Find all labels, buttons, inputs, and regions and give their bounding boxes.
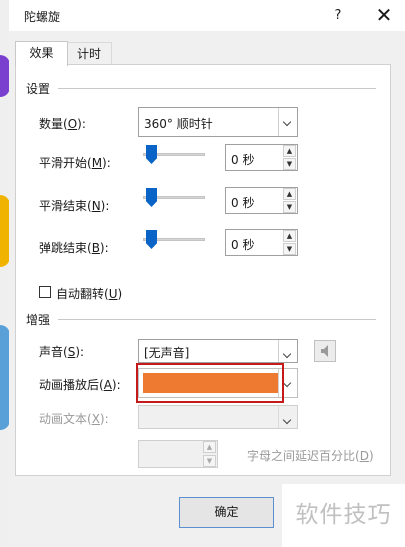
amount-dropdown[interactable]: 360° 顺时针 [138,107,298,137]
tab-effect[interactable]: 效果 [15,41,68,66]
chevron-down-icon[interactable] [278,108,297,136]
animate-text-dropdown[interactable] [138,405,298,429]
highlight-box [136,363,284,403]
window-title: 陀螺旋 [24,10,61,24]
title-bar: 陀螺旋 ? ✕ [9,0,405,31]
settings-divider [58,88,376,89]
after-animation-label: 动画播放后(A): [39,378,121,392]
letter-delay-spinner[interactable]: ▲ ▼ [138,440,218,468]
bounce-end-value: 0 秒 [231,238,255,252]
speaker-icon [321,345,328,357]
amount-label: 数量(O): [39,117,86,131]
spin-up-icon[interactable]: ▲ [283,230,296,242]
spin-down-icon[interactable]: ▼ [283,158,296,170]
spin-up-icon[interactable]: ▲ [283,145,296,157]
spin-up-icon[interactable]: ▲ [203,441,216,453]
watermark-text: 软件技巧 [282,484,405,547]
close-button[interactable]: ✕ [371,3,397,29]
bounce-end-label: 弹跳结束(B): [39,241,109,255]
help-button[interactable]: ? [327,5,349,27]
auto-reverse-checkbox[interactable] [39,286,51,298]
smooth-end-value: 0 秒 [231,196,255,210]
chevron-down-icon[interactable] [278,340,297,362]
smooth-end-label: 平滑结束(N): [39,199,110,213]
smooth-start-label: 平滑开始(M): [39,156,111,170]
spin-down-icon[interactable]: ▼ [203,455,216,467]
chevron-down-icon[interactable] [278,406,297,428]
animate-text-label: 动画文本(X): [39,412,109,426]
speaker-button[interactable] [314,340,336,362]
spin-up-icon[interactable]: ▲ [283,188,296,200]
sound-label: 声音(S): [39,345,85,359]
smooth-start-spinner[interactable]: 0 秒 ▲ ▼ [225,144,298,171]
amount-value: 360° 顺时针 [144,117,213,131]
smooth-end-spinner[interactable]: 0 秒 ▲ ▼ [225,187,298,214]
letter-delay-label: 字母之间延迟百分比(D) [247,449,374,463]
spin-down-icon[interactable]: ▼ [283,201,296,213]
bounce-end-spinner[interactable]: 0 秒 ▲ ▼ [225,229,298,256]
ok-button[interactable]: 确定 [179,497,274,528]
tab-timing[interactable]: 计时 [66,42,112,65]
sound-value: [无声音] [144,346,190,360]
settings-group-label: 设置 [26,82,51,96]
sound-dropdown[interactable]: [无声音] [138,339,298,363]
smooth-start-value: 0 秒 [231,153,255,167]
enhancements-group-label: 增强 [26,313,51,327]
spin-down-icon[interactable]: ▼ [283,243,296,255]
enhancements-divider [58,319,376,320]
auto-reverse-label[interactable]: 自动翻转(U) [56,285,122,302]
